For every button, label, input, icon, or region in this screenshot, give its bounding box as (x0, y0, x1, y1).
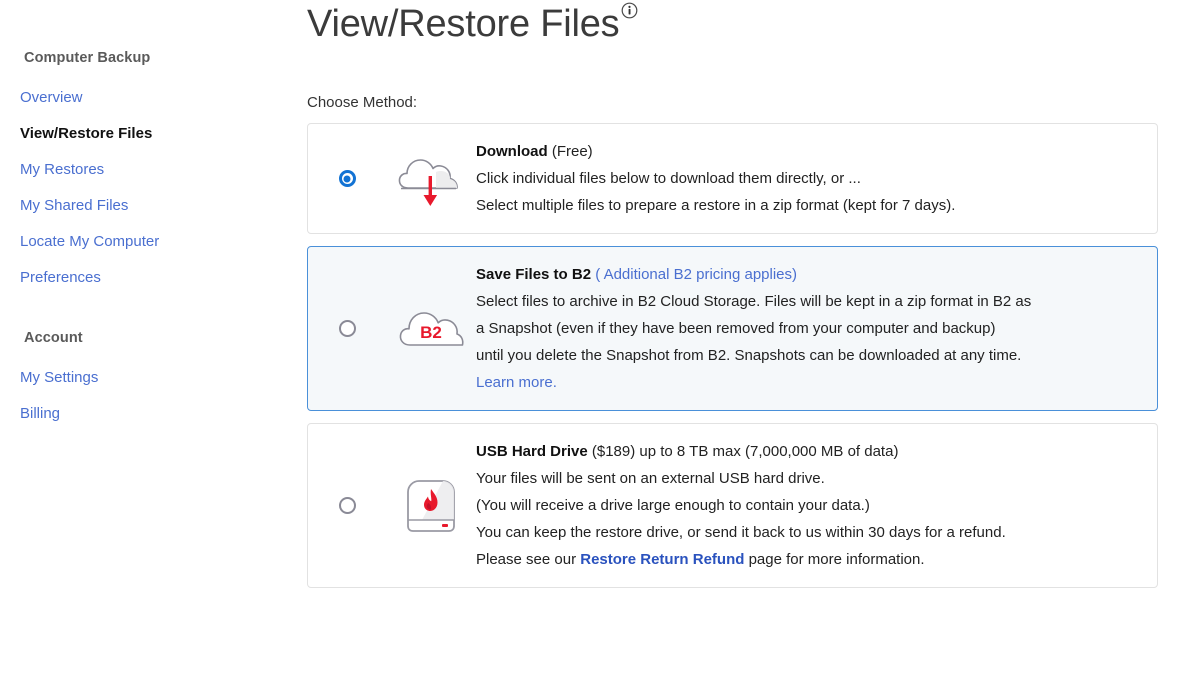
option-line-2-usb: (You will receive a drive large enough t… (476, 497, 870, 514)
option-text-b2: Save Files to B2 ( Additional B2 pricing… (476, 261, 1157, 396)
option-text-usb: USB Hard Drive ($189) up to 8 TB max (7,… (476, 438, 1157, 573)
option-heading-usb: USB Hard Drive ($189) up to 8 TB max (7,… (476, 438, 1137, 465)
main-content: View/Restore Files Choose Method: Downlo… (307, 0, 1167, 600)
sidebar: Computer Backup Overview View/Restore Fi… (0, 0, 300, 432)
cloud-b2-icon-label: B2 (420, 323, 442, 342)
option-line-4-b2: Learn more. (476, 369, 1137, 396)
usb-footer-prefix: Please see our (476, 551, 581, 568)
restore-return-refund-link[interactable]: Restore Return Refund (580, 551, 744, 568)
learn-more-link[interactable]: Learn more. (476, 374, 557, 391)
option-heading-suffix-download: (Free) (547, 143, 593, 160)
usb-hard-drive-icon (386, 476, 476, 536)
option-line-3-b2: until you delete the Snapshot from B2. S… (476, 347, 1022, 364)
radio-usb-hard-drive[interactable] (338, 497, 356, 514)
sidebar-group-computer-backup: Computer Backup Overview View/Restore Fi… (0, 50, 300, 296)
radio-cell-usb (308, 497, 386, 514)
choose-method-label: Choose Method: (307, 94, 418, 111)
option-line-1-download: Click individual files below to download… (476, 170, 861, 187)
sidebar-item-locate-my-computer[interactable]: Locate My Computer (0, 224, 300, 260)
option-card-b2[interactable]: B2 Save Files to B2 ( Additional B2 pric… (307, 246, 1158, 411)
option-heading-text-download: Download (476, 143, 548, 160)
sidebar-group-account: Account My Settings Billing (0, 330, 300, 432)
option-line-1-usb: Your files will be sent on an external U… (476, 470, 825, 487)
option-heading-suffix-usb: ($189) up to 8 TB max (7,000,000 MB of d… (587, 443, 899, 460)
sidebar-group-title-computer-backup: Computer Backup (24, 50, 151, 66)
page-title: View/Restore Files (307, 3, 620, 45)
sidebar-item-my-restores[interactable]: My Restores (0, 152, 300, 188)
option-line-1-b2: Select files to archive in B2 Cloud Stor… (476, 293, 1032, 310)
cloud-b2-icon: B2 (386, 303, 476, 355)
option-line-3-usb: You can keep the restore drive, or send … (476, 524, 1006, 541)
option-line-2-download: Select multiple files to prepare a resto… (476, 197, 956, 214)
option-line-2-b2: a Snapshot (even if they have been remov… (476, 320, 996, 337)
sidebar-item-overview[interactable]: Overview (0, 80, 300, 116)
info-icon[interactable] (621, 2, 638, 19)
b2-pricing-link[interactable]: ( Additional B2 pricing applies) (591, 266, 797, 283)
sidebar-item-preferences[interactable]: Preferences (0, 260, 300, 296)
option-card-usb-hard-drive[interactable]: USB Hard Drive ($189) up to 8 TB max (7,… (307, 423, 1158, 588)
option-line-4-usb: Please see our Restore Return Refund pag… (476, 546, 1137, 573)
option-card-download[interactable]: Download (Free) Click individual files b… (307, 123, 1158, 234)
radio-download[interactable] (338, 170, 356, 187)
radio-cell-b2 (308, 320, 386, 337)
sidebar-item-my-settings[interactable]: My Settings (0, 360, 300, 396)
sidebar-item-billing[interactable]: Billing (0, 396, 300, 432)
option-heading-b2: Save Files to B2 ( Additional B2 pricing… (476, 261, 1137, 288)
usb-footer-suffix: page for more information. (744, 551, 925, 568)
sidebar-group-title-account: Account (24, 330, 83, 346)
sidebar-item-view-restore-files[interactable]: View/Restore Files (0, 116, 300, 152)
cloud-download-icon (386, 148, 476, 210)
option-heading-text-b2: Save Files to B2 (476, 266, 592, 283)
radio-b2[interactable] (338, 320, 356, 337)
radio-cell-download (308, 170, 386, 187)
option-heading-download: Download (Free) (476, 138, 1137, 165)
option-heading-text-usb: USB Hard Drive (476, 443, 588, 460)
option-text-download: Download (Free) Click individual files b… (476, 138, 1157, 219)
sidebar-item-my-shared-files[interactable]: My Shared Files (0, 188, 300, 224)
